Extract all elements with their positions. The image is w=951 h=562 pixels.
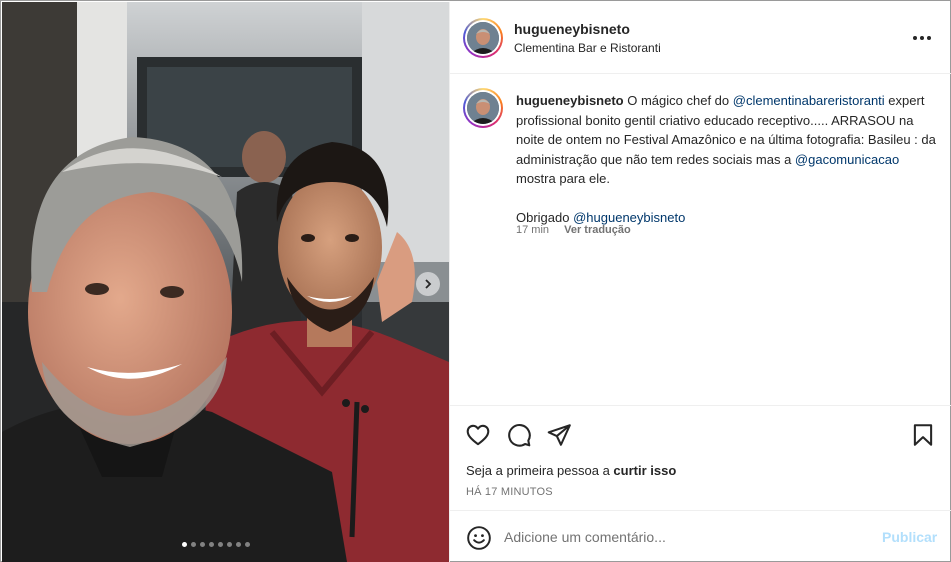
post-dialog: hugueneybisneto Clementina Bar e Ristora… [0,0,951,562]
mention-link[interactable]: @clementinabareristoranti [733,93,885,108]
caption-part: mostra para ele. [516,171,610,186]
more-horizontal-icon[interactable] [910,28,934,48]
carousel-next-button[interactable] [416,272,440,296]
smiley-icon[interactable] [466,525,492,551]
photo-illustration [2,2,449,562]
author-username[interactable]: hugueneybisneto [514,21,630,37]
thanks-text: Obrigado [516,210,574,225]
comment-bar: Publicar [450,510,951,562]
likes-prefix: Seja a primeira pessoa a [466,463,614,478]
paper-plane-icon[interactable] [546,422,572,448]
caption-username[interactable]: hugueneybisneto [516,93,624,108]
avatar-photo [467,22,499,54]
caption-time[interactable]: 17 min [516,224,549,236]
carousel-dot [218,542,223,547]
chevron-right-icon [425,279,432,289]
post-photo[interactable] [2,2,449,562]
comment-bubble-icon[interactable] [506,422,532,448]
carousel-dot [182,542,187,547]
caption-meta: 17 min Ver tradução [516,224,631,236]
mention-link[interactable]: @gacomunicacao [795,152,899,167]
avatar-photo [467,92,499,124]
post-timestamp[interactable]: HÁ 17 MINUTOS [466,486,553,498]
carousel-dot [191,542,196,547]
carousel-dot [227,542,232,547]
likes-summary: Seja a primeira pessoa a curtir isso [466,463,676,478]
caption-section: hugueneybisneto O mágico chef do @clemen… [450,75,951,405]
caption-avatar[interactable] [463,88,503,128]
post-location[interactable]: Clementina Bar e Ristoranti [514,41,661,55]
author-avatar[interactable] [463,18,503,58]
carousel-dot [245,542,250,547]
publish-button[interactable]: Publicar [882,529,937,545]
bookmark-icon[interactable] [910,422,936,448]
mention-link[interactable]: @hugueneybisneto [573,210,685,225]
comment-input[interactable] [504,525,864,549]
carousel-dot [236,542,241,547]
caption-part: O mágico chef do [623,93,733,108]
post-header: hugueneybisneto Clementina Bar e Ristora… [450,2,951,74]
like-this-link[interactable]: curtir isso [613,463,676,478]
see-translation-link[interactable]: Ver tradução [564,224,631,236]
carousel-dot [209,542,214,547]
heart-icon[interactable] [465,422,491,448]
post-panel: hugueneybisneto Clementina Bar e Ristora… [449,2,951,562]
carousel-indicator [182,542,250,547]
post-actions: Seja a primeira pessoa a curtir isso HÁ … [450,405,951,511]
caption-text: hugueneybisneto O mágico chef do @clemen… [516,91,936,228]
carousel-dot [200,542,205,547]
